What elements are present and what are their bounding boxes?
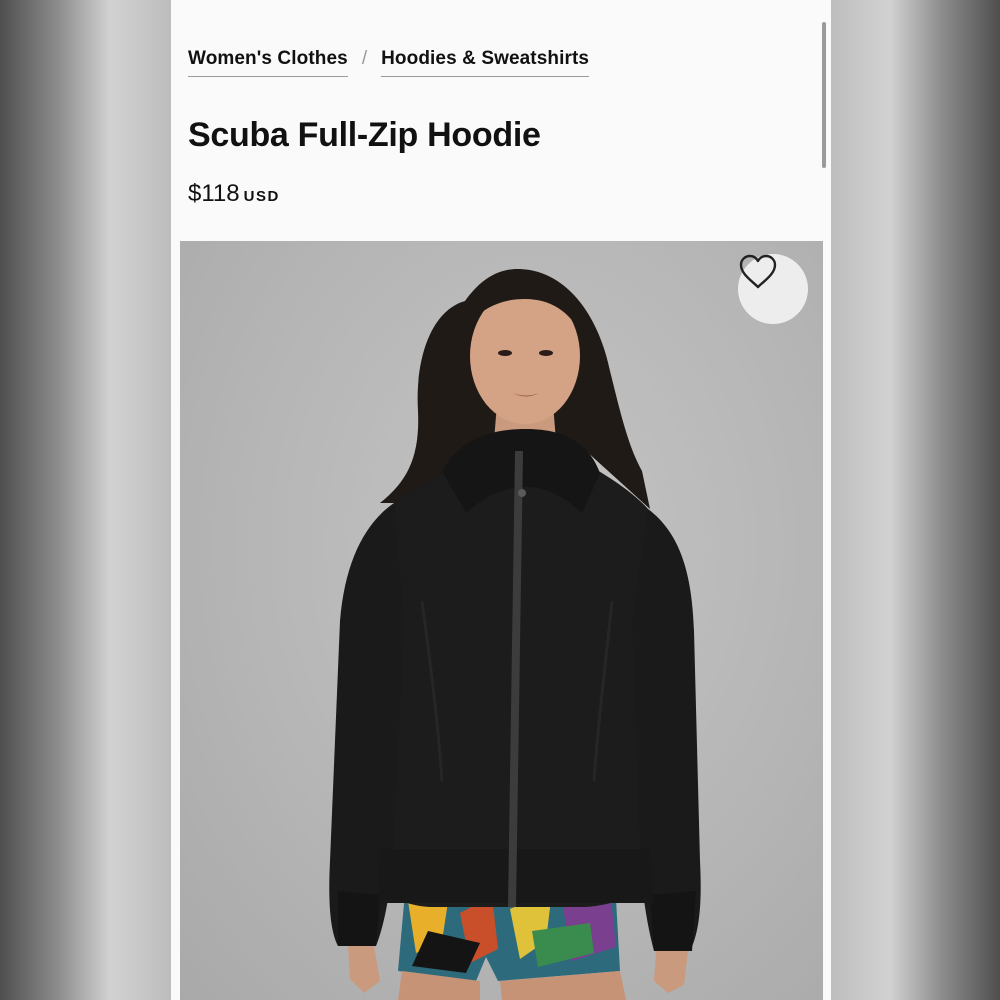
price-currency: USD bbox=[243, 188, 280, 205]
breadcrumb-hoodies-sweatshirts[interactable]: Hoodies & Sweatshirts bbox=[381, 48, 590, 77]
product-image[interactable] bbox=[180, 241, 823, 1000]
screenshot-frame: Women's Clothes / Hoodies & Sweatshirts … bbox=[0, 0, 1000, 1000]
heart-icon bbox=[739, 254, 777, 289]
product-title: Scuba Full-Zip Hoodie bbox=[188, 116, 541, 154]
breadcrumb: Women's Clothes / Hoodies & Sweatshirts bbox=[188, 48, 590, 77]
scrollbar[interactable] bbox=[822, 22, 826, 168]
price-amount: $118 bbox=[188, 180, 240, 207]
model-illustration bbox=[329, 268, 701, 1000]
product-page: Women's Clothes / Hoodies & Sweatshirts … bbox=[171, 0, 831, 1000]
wishlist-button[interactable] bbox=[738, 254, 808, 324]
breadcrumb-womens-clothes[interactable]: Women's Clothes bbox=[188, 48, 348, 77]
product-price: $118 USD bbox=[188, 180, 280, 208]
breadcrumb-separator: / bbox=[361, 48, 368, 69]
